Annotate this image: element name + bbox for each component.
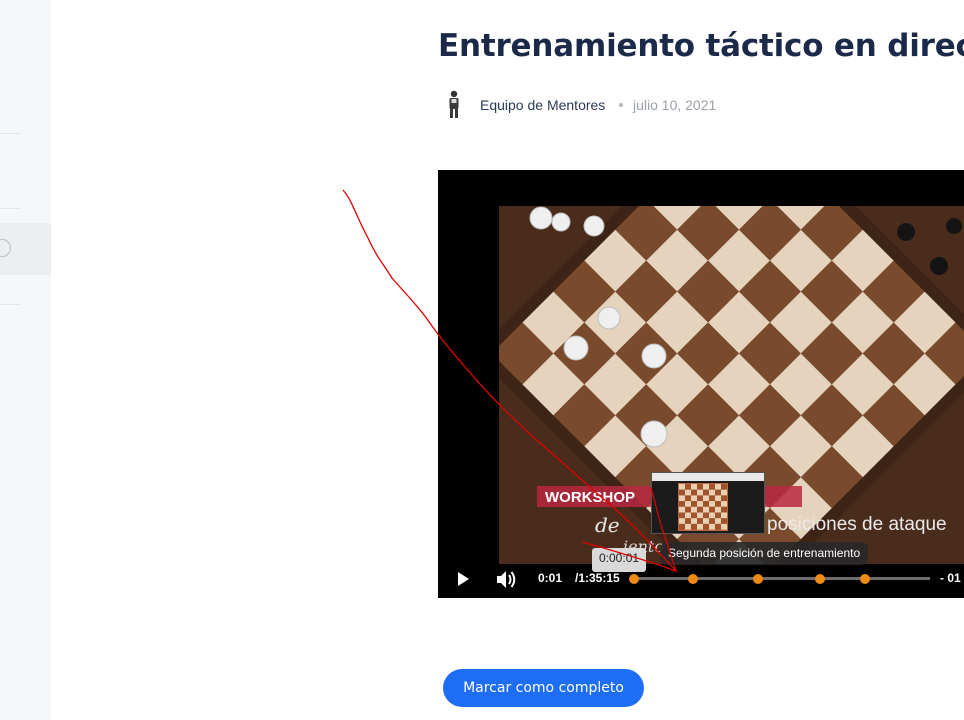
post-title: Entrenamiento táctico en directo <box>438 28 964 64</box>
duration: /1:35:15 <box>575 571 620 585</box>
sidebar-divider <box>0 208 21 209</box>
volume-button[interactable] <box>491 562 521 598</box>
hover-preview-thumbnail <box>651 472 765 534</box>
overlay-banner-text: WORKSHOP <box>545 489 635 506</box>
chapter-marker[interactable] <box>688 573 699 584</box>
post-date: julio 10, 2021 <box>633 97 717 113</box>
thumbnail-board-icon <box>652 473 764 531</box>
current-time: 0:01 <box>538 571 563 585</box>
author-avatar-icon <box>449 90 459 118</box>
overlay-line1-left: de <box>595 513 620 537</box>
play-icon <box>458 572 469 586</box>
video-control-bar: 0:01 /1:35:15 - 01 <box>438 562 964 598</box>
remaining-time: - 01 <box>940 571 961 585</box>
chapter-marker[interactable] <box>753 573 764 584</box>
chapter-marker[interactable] <box>629 573 639 584</box>
sidebar-divider <box>0 304 21 305</box>
chapter-marker[interactable] <box>815 573 826 584</box>
chapter-marker[interactable] <box>859 573 870 584</box>
play-button[interactable] <box>448 562 478 598</box>
progress-track[interactable] <box>629 573 930 584</box>
author-name-link[interactable]: Equipo de Mentores <box>480 97 605 113</box>
overlay-line1-right: posiciones de ataque <box>767 514 947 535</box>
course-sidebar <box>0 0 51 720</box>
video-player[interactable]: WORKSHOP de posiciones de ataque iento 0… <box>438 170 964 598</box>
mark-complete-button[interactable]: Marcar como completo <box>443 669 644 707</box>
meta-separator-dot <box>619 103 623 107</box>
sidebar-divider <box>0 133 21 134</box>
volume-icon <box>497 571 516 588</box>
